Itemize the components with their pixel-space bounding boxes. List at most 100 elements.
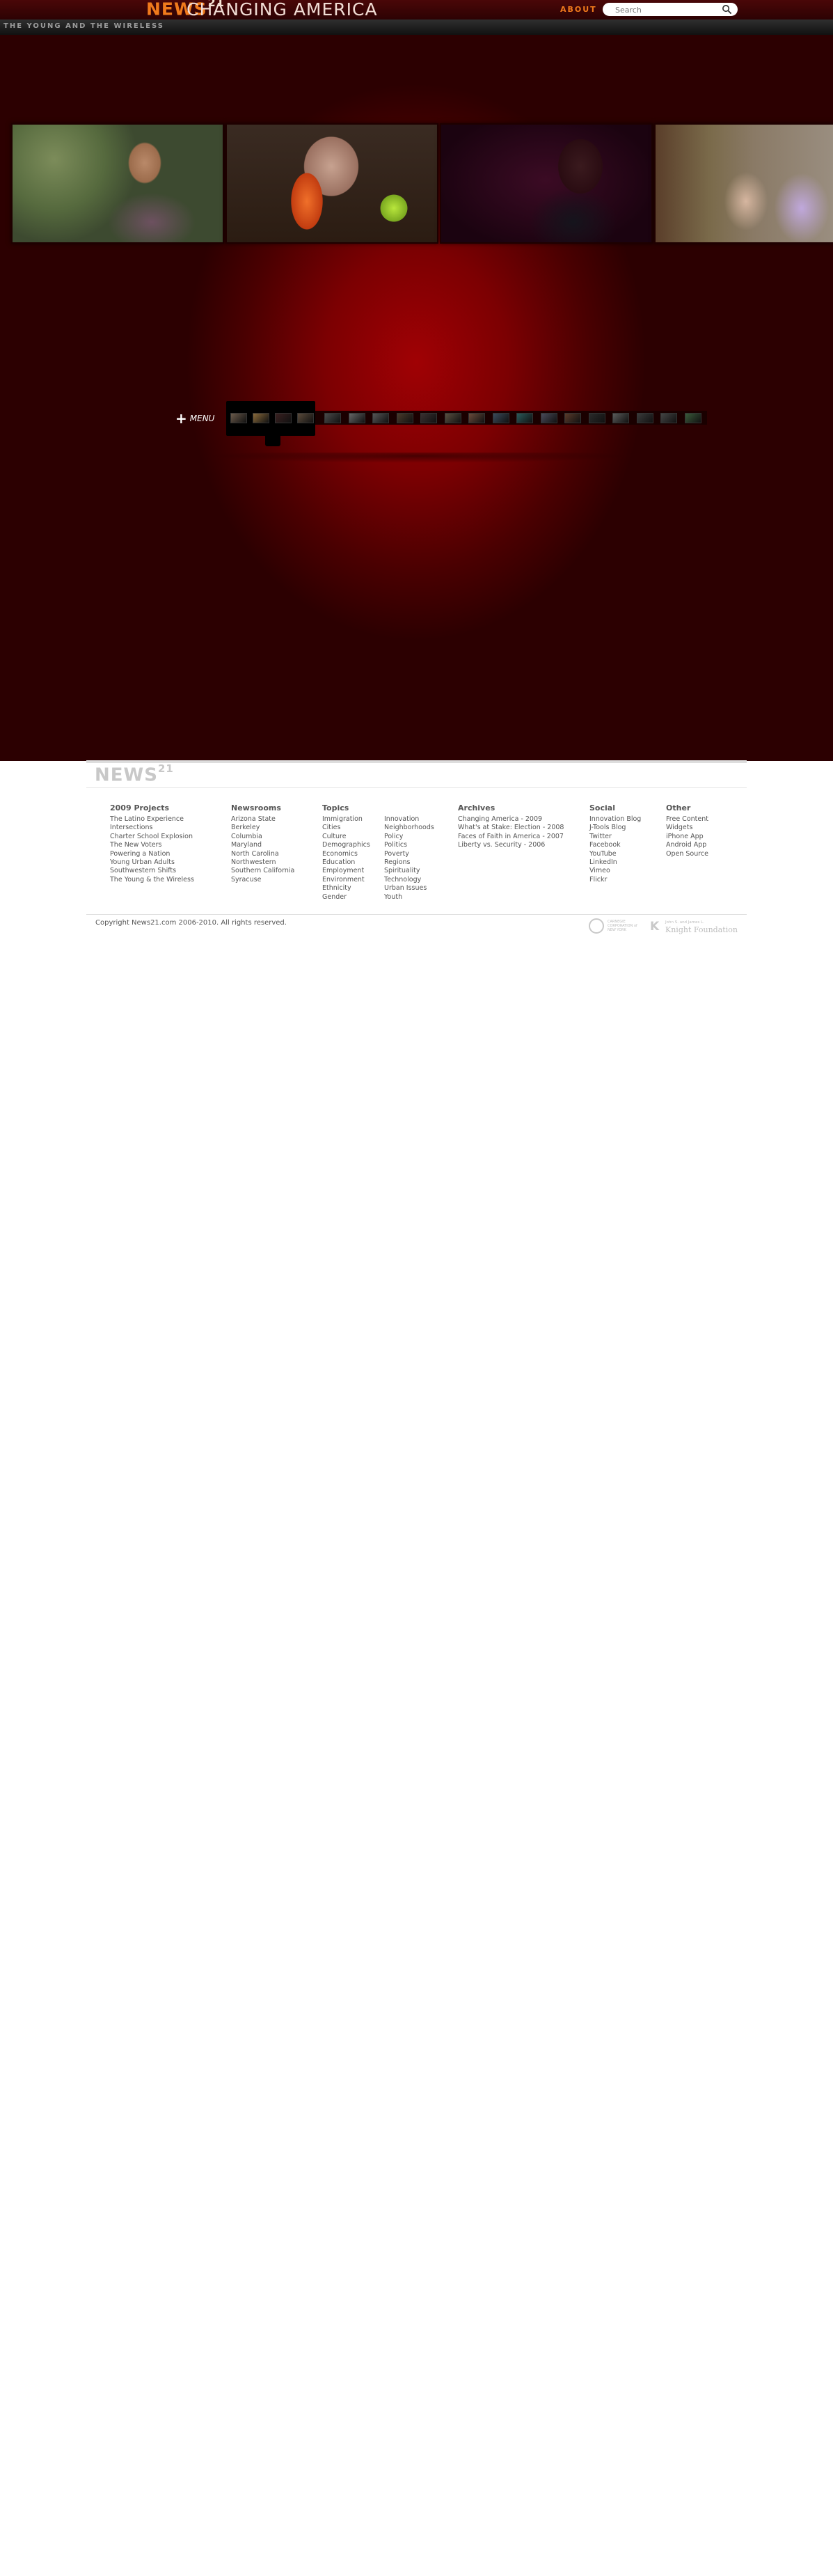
footer-col-title: Other (666, 803, 691, 812)
thumbnail[interactable] (372, 413, 389, 423)
footer-link[interactable]: Flickr (589, 876, 641, 884)
footer-link[interactable]: J-Tools Blog (589, 824, 641, 832)
footer-link[interactable]: Free Content (666, 815, 708, 824)
footer-link[interactable]: iPhone App (666, 833, 708, 841)
footer-col-title: Social (589, 803, 615, 812)
thumbnail[interactable] (684, 413, 701, 423)
footer-link[interactable]: Android App (666, 841, 708, 849)
footer-link[interactable]: Syracuse (231, 876, 294, 884)
footer-link[interactable]: The New Voters (110, 841, 194, 849)
thumbnail[interactable] (516, 413, 533, 423)
footer-link[interactable]: Politics (384, 841, 434, 849)
footer-col-projects: 2009 Projects The Latino Experience Inter… (110, 803, 194, 884)
thumbnail[interactable] (275, 413, 292, 423)
footer-link[interactable]: Youth (384, 893, 434, 902)
footer-link[interactable]: Spirituality (384, 867, 434, 875)
footer-link[interactable]: Urban Issues (384, 884, 434, 893)
thumbnail[interactable] (612, 413, 629, 423)
photo-1[interactable] (11, 123, 224, 244)
thumbnail[interactable] (492, 413, 509, 423)
search-icon[interactable] (722, 4, 732, 15)
footer-link[interactable]: Powering a Nation (110, 850, 194, 858)
footer-link[interactable]: Neighborhoods (384, 824, 434, 832)
photo-3[interactable] (440, 123, 653, 244)
footer-link[interactable]: Gender (322, 893, 370, 902)
footer-link[interactable]: YouTube (589, 850, 641, 858)
footer-link[interactable]: Liberty vs. Security - 2006 (458, 841, 564, 849)
footer-link[interactable]: Twitter (589, 833, 641, 841)
search-box (603, 3, 738, 16)
footer-link[interactable]: Culture (322, 833, 370, 841)
footer-logo-superscript: 21 (157, 762, 174, 775)
footer-link[interactable]: Technology (384, 876, 434, 884)
footer-logo[interactable]: NEWS21 (95, 762, 174, 786)
knight-foundation-logo[interactable]: K John S. and James L. Knight Foundation (650, 919, 738, 936)
project-bar: THE YOUNG AND THE WIRELESS (0, 19, 833, 35)
footer-link[interactable]: Environment (322, 876, 370, 884)
footer-link[interactable]: Cities (322, 824, 370, 832)
footer-link[interactable]: Immigration (322, 815, 370, 824)
footer-link[interactable]: The Young & the Wireless (110, 876, 194, 884)
footer-link-list: The Latino Experience Intersections Charte… (110, 815, 194, 884)
footer-link[interactable]: Economics (322, 850, 370, 858)
site-title[interactable]: CHANGING AMERICA (187, 0, 378, 19)
about-link[interactable]: ABOUT (560, 5, 597, 14)
footer-top-rule (86, 760, 747, 763)
thumbnail[interactable] (540, 413, 557, 423)
thumbnail[interactable] (420, 413, 437, 423)
footer-link[interactable]: Vimeo (589, 867, 641, 875)
footer-link[interactable]: Southwestern Shifts (110, 867, 194, 875)
footer-link[interactable]: Regions (384, 858, 434, 867)
thumbnail[interactable] (636, 413, 653, 423)
footer-link[interactable]: LinkedIn (589, 858, 641, 867)
footer-link[interactable]: What's at Stake: Election - 2008 (458, 824, 564, 832)
thumbnail[interactable] (253, 413, 269, 423)
footer-divider (86, 787, 747, 788)
footer-link[interactable]: Poverty (384, 850, 434, 858)
footer-link[interactable]: Southern California (231, 867, 294, 875)
footer-link[interactable]: Arizona State (231, 815, 294, 824)
search-input[interactable] (614, 3, 721, 16)
footer-link[interactable]: Columbia (231, 833, 294, 841)
thumbnail[interactable] (230, 413, 247, 423)
footer-link[interactable]: Widgets (666, 824, 708, 832)
footer-link[interactable]: Maryland (231, 841, 294, 849)
footer-col-topics: Topics Immigration Cities Culture Demograph… (322, 803, 370, 902)
footer-link[interactable]: Innovation Blog (589, 815, 641, 824)
thumbnail[interactable] (468, 413, 485, 423)
footer-link[interactable]: Northwestern (231, 858, 294, 867)
thumbnail[interactable] (564, 413, 581, 423)
footer-link[interactable]: Education (322, 858, 370, 867)
thumbnail[interactable] (324, 413, 341, 423)
footer-link[interactable]: Policy (384, 833, 434, 841)
footer-link[interactable]: Intersections (110, 824, 194, 832)
footer-link[interactable]: North Carolina (231, 850, 294, 858)
footer-link[interactable]: Facebook (589, 841, 641, 849)
footer-link[interactable]: Ethnicity (322, 884, 370, 893)
knight-logo-line1: John S. and James L. (665, 920, 704, 925)
footer-logo-text: NEWS (95, 764, 158, 786)
footer-link-list: Arizona State Berkeley Columbia Maryland Nor… (231, 815, 294, 884)
footer-link[interactable]: Faces of Faith in America - 2007 (458, 833, 564, 841)
footer-link[interactable]: Open Source (666, 850, 708, 858)
thumbnail[interactable] (444, 413, 461, 423)
footer-link[interactable]: Charter School Explosion (110, 833, 194, 841)
thumbnail[interactable] (297, 413, 314, 423)
thumbnail[interactable] (396, 413, 413, 423)
footer-link[interactable]: The Latino Experience (110, 815, 194, 824)
footer-link[interactable]: Changing America - 2009 (458, 815, 564, 824)
footer-link[interactable]: Innovation (384, 815, 434, 824)
carnegie-logo[interactable]: CARNEGIE CORPORATION of NEW YORK (589, 918, 640, 936)
photo-4[interactable] (654, 123, 833, 244)
footer-link[interactable]: Young Urban Adults (110, 858, 194, 867)
footer-link[interactable]: Demographics (322, 841, 370, 849)
thumbnail[interactable] (660, 413, 677, 423)
footer-bottom-rule (86, 914, 747, 915)
footer-link[interactable]: Berkeley (231, 824, 294, 832)
carnegie-seal-icon (589, 918, 604, 934)
footer-link[interactable]: Employment (322, 867, 370, 875)
thumbnail[interactable] (588, 413, 605, 423)
thumbnail[interactable] (348, 413, 365, 423)
menu-button[interactable]: + MENU (175, 410, 214, 427)
photo-2[interactable] (225, 123, 438, 244)
